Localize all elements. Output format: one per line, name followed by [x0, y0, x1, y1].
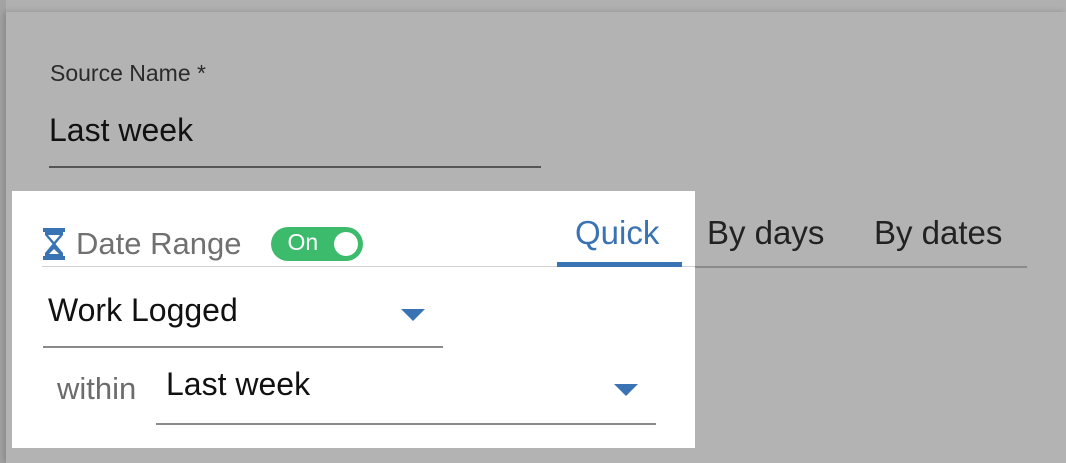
within-label: within — [57, 371, 137, 406]
date-field-value: Work Logged — [48, 292, 238, 328]
date-range-toggle[interactable]: On — [271, 227, 364, 261]
hourglass-icon — [43, 228, 65, 260]
within-period-value: Last week — [166, 366, 311, 402]
caret-down-icon — [401, 309, 425, 321]
within-period-select[interactable]: Last week — [156, 366, 656, 425]
tab-by-days[interactable]: By days — [707, 214, 824, 252]
date-range-label: Date Range — [76, 226, 242, 261]
source-name-input[interactable] — [49, 108, 541, 168]
caret-down-icon — [614, 384, 638, 396]
toggle-knob — [334, 232, 359, 256]
date-range-header: Date Range On — [42, 226, 364, 262]
tab-quick[interactable]: Quick — [575, 214, 659, 252]
tab-by-dates[interactable]: By dates — [874, 214, 1002, 252]
date-field-select[interactable]: Work Logged — [43, 290, 443, 348]
source-name-label: Source Name * — [50, 60, 206, 86]
toggle-text: On — [287, 229, 319, 255]
active-tab-indicator — [557, 262, 682, 267]
tab-divider-overlay — [695, 266, 1027, 268]
